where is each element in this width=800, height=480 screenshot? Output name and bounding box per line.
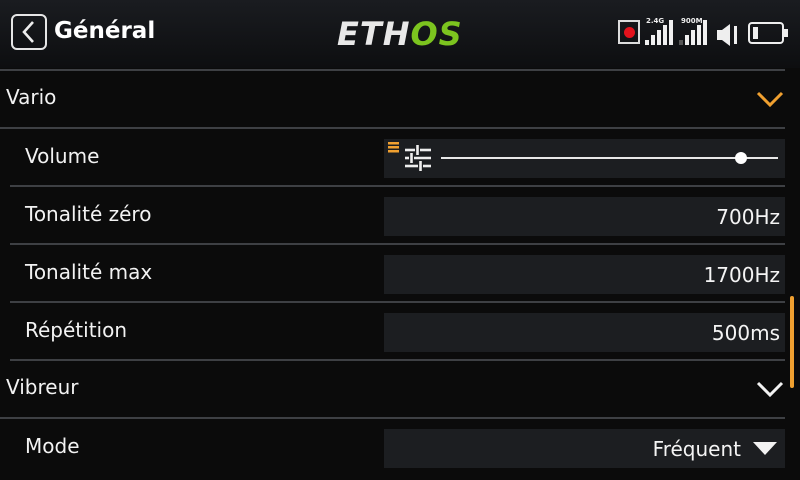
tone-zero-label: Tonalité zéro [25, 202, 152, 226]
repeat-field[interactable]: 500ms [384, 313, 785, 352]
volume-slider[interactable] [384, 139, 785, 178]
volume-track[interactable] [441, 157, 778, 159]
tone-zero-value: 700Hz [716, 205, 780, 229]
mode-value: Fréquent [652, 437, 741, 461]
chevron-down-icon [756, 91, 784, 108]
slider-settings-icon[interactable] [387, 141, 433, 173]
tone-max-value: 1700Hz [703, 263, 780, 287]
tone-zero-row: Tonalité zéro 700Hz [0, 187, 785, 243]
section-vibreur-header[interactable]: Vibreur [0, 361, 785, 417]
section-vibreur-label: Vibreur [6, 375, 79, 399]
header-bar: Général ETHOS 2.4G 900M [0, 0, 800, 68]
mode-label: Mode [25, 434, 80, 458]
mode-dropdown[interactable]: Fréquent [384, 429, 785, 468]
volume-row: Volume [0, 129, 785, 185]
section-vario-label: Vario [6, 85, 57, 109]
tone-max-label: Tonalité max [25, 260, 153, 284]
repeat-value: 500ms [711, 321, 780, 345]
tone-max-field[interactable]: 1700Hz [384, 255, 785, 294]
speaker-icon[interactable] [716, 20, 744, 50]
dropdown-arrow-icon [753, 442, 777, 455]
signal-2g4-label: 2.4G [646, 17, 665, 25]
repeat-label: Répétition [25, 318, 128, 342]
chevron-left-icon [22, 21, 34, 43]
tone-zero-field[interactable]: 700Hz [384, 197, 785, 236]
volume-label: Volume [25, 144, 100, 168]
ethos-logo: ETHOS [337, 15, 463, 53]
record-icon[interactable] [618, 20, 640, 44]
chevron-down-icon [756, 381, 784, 398]
back-button[interactable] [11, 14, 47, 50]
page-title: Général [54, 18, 156, 44]
scrollbar[interactable] [790, 296, 794, 388]
tone-max-row: Tonalité max 1700Hz [0, 245, 785, 301]
signal-900m-label: 900M [681, 17, 703, 25]
repeat-row: Répétition 500ms [0, 303, 785, 359]
mode-row: Mode Fréquent [0, 419, 785, 475]
battery-icon [748, 22, 788, 44]
section-vario-header[interactable]: Vario [0, 71, 785, 127]
volume-knob[interactable] [734, 152, 747, 164]
